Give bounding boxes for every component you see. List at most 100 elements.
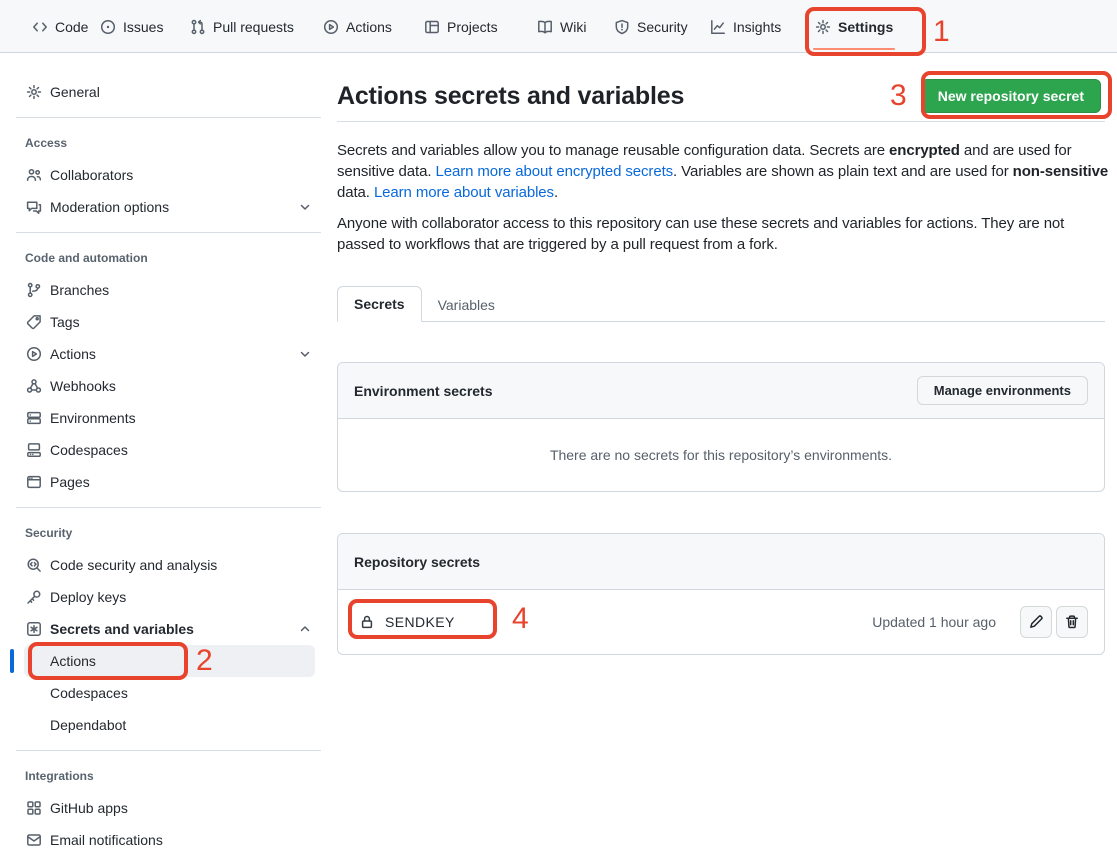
- environment-secrets-card: Environment secrets Manage environments …: [337, 362, 1105, 492]
- sidebar-section-integrations: Integrations: [16, 760, 321, 792]
- sidebar-item-pages[interactable]: Pages: [16, 466, 321, 498]
- tab-projects[interactable]: Projects: [416, 0, 506, 53]
- sidebar-item-label: Actions: [50, 653, 96, 669]
- tab-label: Code: [55, 19, 88, 35]
- environment-secrets-title: Environment secrets: [354, 383, 493, 399]
- chevron-down-icon: [297, 199, 313, 215]
- tab-label: Pull requests: [213, 19, 294, 35]
- key-icon: [26, 589, 42, 605]
- sidebar-item-code-security[interactable]: Code security and analysis: [16, 549, 321, 581]
- gear-icon: [815, 19, 831, 35]
- browser-icon: [26, 474, 42, 490]
- intro-text: .: [554, 184, 558, 201]
- git-branch-icon: [26, 282, 42, 298]
- learn-more-variables-link[interactable]: Learn more about variables: [374, 184, 554, 201]
- tab-secrets[interactable]: Secrets: [337, 286, 422, 322]
- sidebar-item-tags[interactable]: Tags: [16, 306, 321, 338]
- environment-secrets-empty-text: There are no secrets for this repository…: [338, 419, 1104, 491]
- sidebar-item-label: Branches: [50, 282, 109, 298]
- tab-pull-requests[interactable]: Pull requests: [182, 0, 302, 53]
- edit-secret-button[interactable]: [1020, 606, 1052, 638]
- intro-bold-encrypted: encrypted: [889, 142, 960, 159]
- sidebar-item-label: Email notifications: [50, 832, 163, 848]
- learn-more-encrypted-secrets-link[interactable]: Learn more about encrypted secrets: [435, 163, 673, 180]
- sidebar-item-label: Code security and analysis: [50, 557, 217, 573]
- sidebar-item-label: Codespaces: [50, 685, 128, 701]
- sidebar-item-label: Environments: [50, 410, 136, 426]
- asterisk-box-icon: [26, 621, 42, 637]
- sidebar-subitem-actions[interactable]: Actions: [24, 645, 315, 677]
- table-icon: [424, 19, 440, 35]
- people-icon: [26, 167, 42, 183]
- sidebar-subitem-codespaces[interactable]: Codespaces: [24, 677, 315, 709]
- sidebar-item-codespaces[interactable]: Codespaces: [16, 434, 321, 466]
- server-icon: [26, 410, 42, 426]
- secret-row: SENDKEY Updated 1 hour ago: [338, 590, 1104, 654]
- codespaces-icon: [26, 442, 42, 458]
- sidebar-item-branches[interactable]: Branches: [16, 274, 321, 306]
- git-pull-request-icon: [190, 19, 206, 35]
- repository-secrets-card: Repository secrets SENDKEY Updated 1 hou…: [337, 533, 1105, 655]
- tab-label: Projects: [447, 19, 498, 35]
- repo-tab-bar: Code Issues Pull requests Actions Projec…: [0, 0, 1117, 53]
- sidebar-subitem-dependabot[interactable]: Dependabot: [24, 709, 315, 741]
- title-divider: [337, 121, 1105, 122]
- graph-icon: [710, 19, 726, 35]
- secret-updated-text: Updated 1 hour ago: [872, 614, 996, 630]
- tab-label: Settings: [838, 19, 893, 35]
- delete-secret-button[interactable]: [1056, 606, 1088, 638]
- book-icon: [537, 19, 553, 35]
- sidebar-divider: [16, 750, 321, 751]
- main-content: Actions secrets and variables New reposi…: [337, 76, 1105, 856]
- manage-environments-button[interactable]: Manage environments: [917, 376, 1088, 405]
- sidebar-item-secrets-and-variables[interactable]: Secrets and variables: [16, 613, 321, 645]
- secret-name: SENDKEY: [385, 614, 455, 630]
- github-repo-settings-page: Code Issues Pull requests Actions Projec…: [0, 0, 1117, 867]
- sidebar-section-code-and-automation: Code and automation: [16, 242, 321, 274]
- sidebar-item-collaborators[interactable]: Collaborators: [16, 159, 321, 191]
- sidebar-item-github-apps[interactable]: GitHub apps: [16, 792, 321, 824]
- lock-icon: [359, 614, 375, 630]
- chevron-up-icon: [297, 621, 313, 637]
- sidebar-item-general[interactable]: General: [16, 76, 321, 108]
- intro-text: data.: [337, 184, 374, 201]
- sidebar-item-label: Collaborators: [50, 167, 133, 183]
- sidebar-item-label: Pages: [50, 474, 90, 490]
- intro-paragraph: Secrets and variables allow you to manag…: [337, 140, 1112, 203]
- play-icon: [26, 346, 42, 362]
- sidebar-item-email-notifications[interactable]: Email notifications: [16, 824, 321, 856]
- issue-opened-icon: [100, 19, 116, 35]
- sidebar-item-moderation-options[interactable]: Moderation options: [16, 191, 321, 223]
- sidebar-item-actions[interactable]: Actions: [16, 338, 321, 370]
- sidebar-item-label: Moderation options: [50, 199, 169, 215]
- shield-icon: [614, 19, 630, 35]
- access-note-paragraph: Anyone with collaborator access to this …: [337, 213, 1112, 255]
- sidebar-item-webhooks[interactable]: Webhooks: [16, 370, 321, 402]
- tab-insights[interactable]: Insights: [702, 0, 789, 53]
- tab-label: Actions: [346, 19, 392, 35]
- sidebar-item-label: Secrets and variables: [50, 621, 194, 637]
- sidebar-item-label: Codespaces: [50, 442, 128, 458]
- intro-text: . Variables are shown as plain text and …: [673, 163, 1013, 180]
- tab-variables[interactable]: Variables: [422, 288, 511, 322]
- sidebar-item-environments[interactable]: Environments: [16, 402, 321, 434]
- tab-settings[interactable]: Settings: [807, 0, 901, 53]
- sidebar-item-label: Webhooks: [50, 378, 116, 394]
- page-title: Actions secrets and variables: [337, 82, 684, 111]
- new-repository-secret-button[interactable]: New repository secret: [921, 79, 1101, 113]
- tab-label: Issues: [123, 19, 163, 35]
- tab-issues[interactable]: Issues: [92, 0, 171, 53]
- intro-bold-non-sensitive: non-sensitive: [1013, 163, 1108, 180]
- webhook-icon: [26, 378, 42, 394]
- settings-sidebar: General Access Collaborators Moderation …: [16, 76, 321, 856]
- tab-actions[interactable]: Actions: [315, 0, 400, 53]
- sidebar-section-access: Access: [16, 127, 321, 159]
- sidebar-item-deploy-keys[interactable]: Deploy keys: [16, 581, 321, 613]
- code-icon: [32, 19, 48, 35]
- tab-security[interactable]: Security: [606, 0, 696, 53]
- comment-discussion-icon: [26, 199, 42, 215]
- tab-label: Security: [637, 19, 688, 35]
- tab-code[interactable]: Code: [24, 0, 96, 53]
- tab-wiki[interactable]: Wiki: [529, 0, 594, 53]
- sidebar-item-label: Dependabot: [50, 717, 126, 733]
